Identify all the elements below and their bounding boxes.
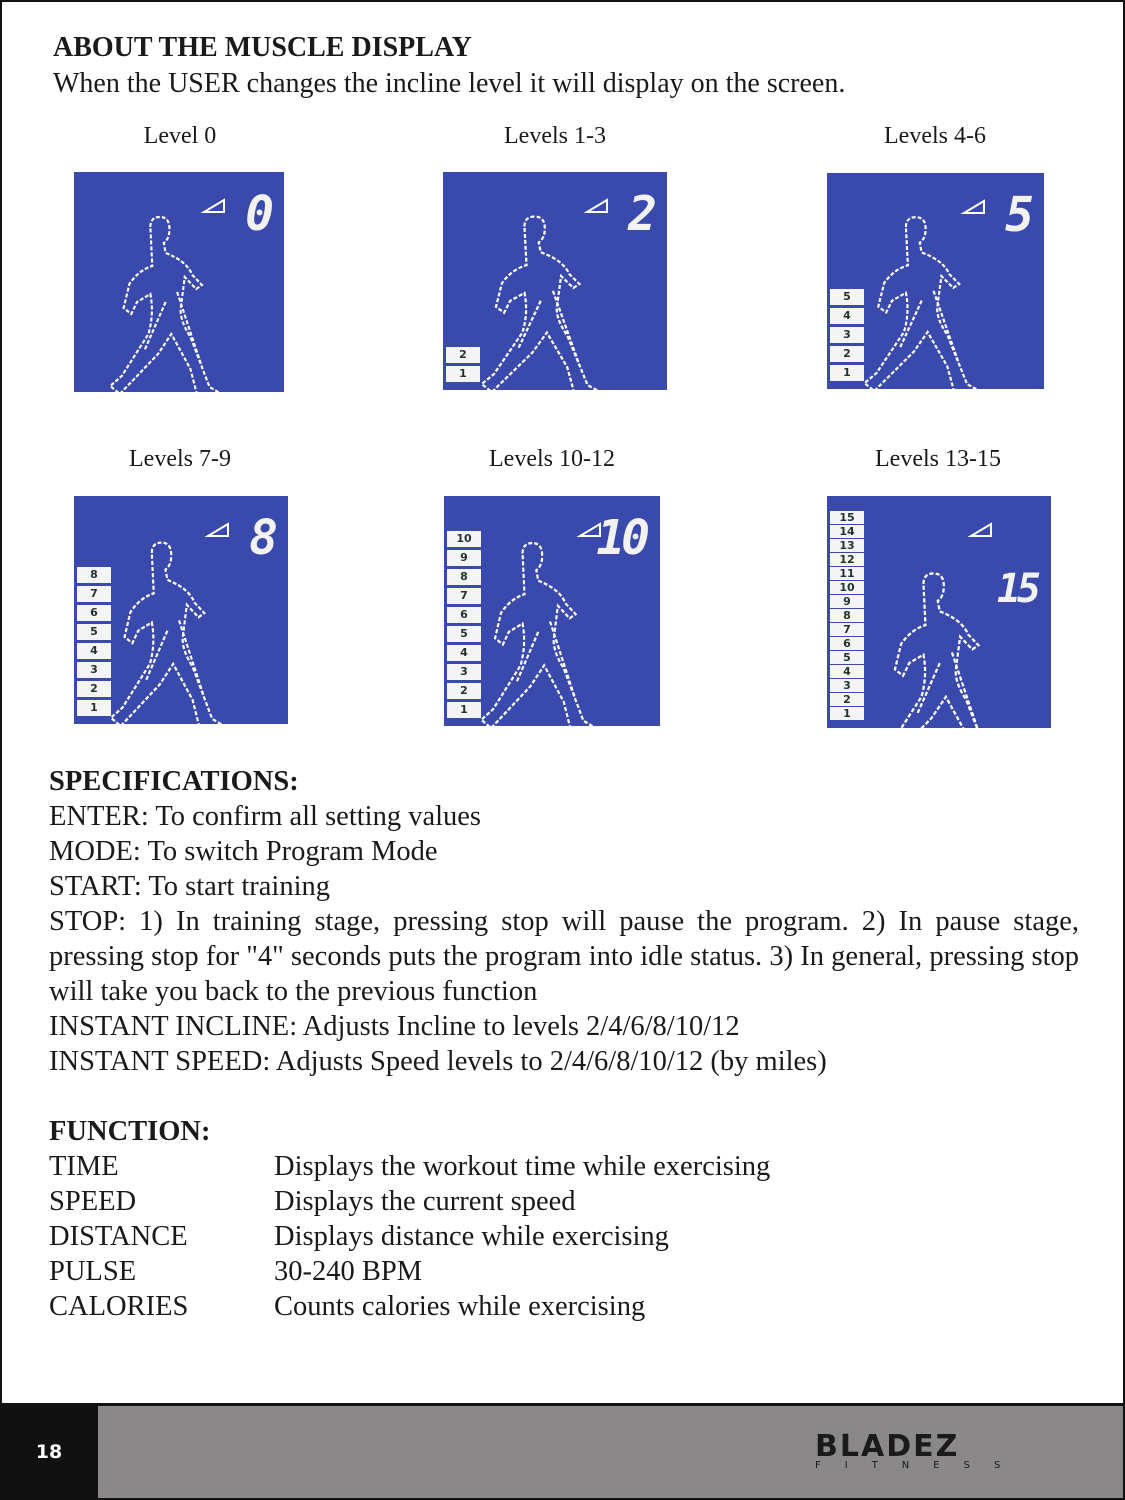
level-bar: 1 — [77, 700, 111, 716]
function-row: DISTANCE Displays distance while exercisi… — [49, 1221, 669, 1252]
incline-level-bars: 8 7 6 5 4 3 2 1 — [77, 567, 111, 716]
spec-line: INSTANT SPEED: Adjusts Speed levels to 2… — [49, 1046, 827, 1077]
level-bar: 8 — [830, 609, 864, 622]
level-bar: 8 — [447, 569, 481, 585]
level-bar: 14 — [830, 525, 864, 538]
specifications-section: SPECIFICATIONS: ENTER: To confirm all se… — [49, 764, 1079, 1079]
function-title: FUNCTION: — [49, 1116, 211, 1147]
level-bar: 7 — [830, 623, 864, 636]
level-bar: 6 — [447, 607, 481, 623]
level-bar: 7 — [77, 586, 111, 602]
spec-line: MODE: To switch Program Mode — [49, 836, 438, 867]
footer: 18 BLADEZ FITNESS — [0, 1403, 1125, 1500]
intro-text: When the USER changes the incline level … — [53, 68, 846, 99]
level-bar: 11 — [830, 567, 864, 580]
function-row: PULSE 30-240 BPM — [49, 1256, 423, 1287]
incline-level-digit: 10 — [596, 510, 650, 566]
level-bar: 4 — [830, 308, 864, 324]
level-bar: 3 — [447, 664, 481, 680]
level-bar: 8 — [77, 567, 111, 583]
level-bar: 4 — [77, 643, 111, 659]
level-bar: 9 — [447, 550, 481, 566]
spec-line: INSTANT INCLINE: Adjusts Incline to leve… — [49, 1011, 740, 1042]
incline-level-bars: 15 14 13 12 11 10 9 8 7 6 5 4 3 2 1 — [830, 511, 864, 720]
incline-level-digit: 8 — [249, 510, 278, 566]
incline-level-bars: 10 9 8 7 6 5 4 3 2 1 — [447, 531, 481, 718]
muscle-display-panel: 10 10 9 8 7 6 5 4 3 2 1 — [444, 496, 660, 726]
incline-level-digit: 5 — [1005, 187, 1034, 243]
function-section: FUNCTION: TIME Displays the workout time … — [49, 1114, 1079, 1324]
incline-level-digit: 0 — [245, 186, 274, 242]
panel-label: Levels 7-9 — [129, 446, 231, 472]
specifications-title: SPECIFICATIONS: — [49, 766, 299, 797]
section-heading: ABOUT THE MUSCLE DISPLAY — [53, 32, 472, 63]
panel-label: Levels 10-12 — [489, 446, 615, 472]
bladez-logo: BLADEZ FITNESS — [815, 1429, 1025, 1472]
panel-label: Levels 1-3 — [504, 123, 606, 149]
level-bar: 6 — [830, 637, 864, 650]
level-bar: 2 — [447, 683, 481, 699]
function-row: SPEED Displays the current speed — [49, 1186, 576, 1217]
level-bar: 1 — [830, 707, 864, 720]
spec-line: ENTER: To confirm all setting values — [49, 801, 482, 832]
incline-level-bars: 21 — [446, 347, 480, 382]
incline-level-digit: 2 — [628, 186, 657, 242]
incline-level-digit: 15 — [996, 566, 1041, 612]
level-bar: 3 — [830, 327, 864, 343]
muscle-display-panel: 5 5 4 3 2 1 — [827, 173, 1044, 389]
muscle-display-panel: 8 8 7 6 5 4 3 2 1 — [74, 496, 288, 724]
level-bar: 5 — [830, 651, 864, 664]
level-bar: 10 — [830, 581, 864, 594]
muscle-display-panel: 0 — [74, 172, 284, 392]
level-bar: 2 — [77, 681, 111, 697]
muscle-display-panel: 221 — [443, 172, 667, 390]
level-bar: 1 — [447, 702, 481, 718]
level-bar: 12 — [830, 553, 864, 566]
function-row: CALORIES Counts calories while exercising — [49, 1291, 646, 1322]
panel-label: Levels 4-6 — [884, 123, 986, 149]
incline-level-bars: 5 4 3 2 1 — [830, 289, 864, 381]
level-bar: 2 — [446, 347, 480, 363]
spec-line: START: To start training — [49, 871, 331, 902]
level-bar: 5 — [77, 624, 111, 640]
page-number: 18 — [0, 1406, 98, 1498]
level-bar: 1 — [446, 366, 480, 382]
level-bar: 4 — [447, 645, 481, 661]
level-bar: 5 — [830, 289, 864, 305]
level-bar: 3 — [77, 662, 111, 678]
level-bar: 7 — [447, 588, 481, 604]
level-bar: 1 — [830, 365, 864, 381]
level-bar: 4 — [830, 665, 864, 678]
muscle-display-panel: 15 15 14 13 12 11 10 9 8 7 6 5 4 3 2 1 — [827, 496, 1051, 728]
level-bar: 6 — [77, 605, 111, 621]
level-bar: 15 — [830, 511, 864, 524]
level-bar: 5 — [447, 626, 481, 642]
level-bar: 2 — [830, 693, 864, 706]
level-bar: 3 — [830, 679, 864, 692]
level-bar: 13 — [830, 539, 864, 552]
spec-line: STOP: 1) In training stage, pressing sto… — [49, 906, 1079, 1007]
level-bar: 9 — [830, 595, 864, 608]
function-row: TIME Displays the workout time while exer… — [49, 1151, 771, 1182]
panel-label: Levels 13-15 — [875, 446, 1001, 472]
panel-label: Level 0 — [143, 123, 217, 149]
level-bar: 10 — [447, 531, 481, 547]
level-bar: 2 — [830, 346, 864, 362]
